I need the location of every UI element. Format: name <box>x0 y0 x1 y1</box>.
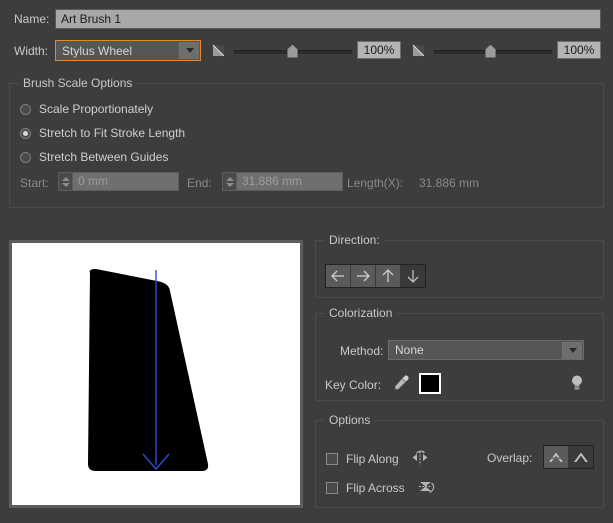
method-label: Method: <box>340 344 384 358</box>
overlap-prevent-button[interactable] <box>544 446 569 468</box>
name-label: Name: <box>14 12 50 26</box>
radio-indicator <box>20 151 31 163</box>
colorization-title: Colorization <box>325 306 397 320</box>
key-color-label: Key Color: <box>325 378 382 392</box>
radio-label: Stretch to Fit Stroke Length <box>39 126 186 140</box>
width-profile-dropdown[interactable]: Stylus Wheel <box>55 40 201 61</box>
flip-across-checkbox[interactable] <box>326 482 338 494</box>
radio-indicator <box>20 127 31 139</box>
brush-preview <box>9 240 303 508</box>
end-stepper[interactable]: 31.886 mm <box>222 172 343 191</box>
direction-right-button[interactable] <box>351 265 376 287</box>
length-value: 31.886 mm <box>419 176 480 190</box>
brush-art-shape <box>88 269 209 471</box>
colorization-group: Colorization Method: None Key Color: <box>315 306 604 401</box>
overlap-allow-button[interactable] <box>569 446 593 468</box>
flip-across-icon <box>418 482 434 494</box>
direction-group: Direction: <box>315 233 604 298</box>
flip-across-label: Flip Across <box>346 481 405 495</box>
direction-up-button[interactable] <box>376 265 401 287</box>
overlap-label: Overlap: <box>487 451 533 465</box>
radio-stretch-to-fit-stroke-length[interactable]: Stretch to Fit Stroke Length <box>20 125 185 141</box>
brush-scale-options-title: Brush Scale Options <box>19 76 137 90</box>
flip-along-icon <box>412 450 428 465</box>
chevron-down-icon[interactable] <box>180 42 199 59</box>
radio-scale-proportionately[interactable]: Scale Proportionately <box>20 101 153 117</box>
radio-stretch-between-guides[interactable]: Stretch Between Guides <box>20 149 168 165</box>
direction-down-button[interactable] <box>401 265 425 287</box>
eyedropper-icon[interactable] <box>392 374 410 392</box>
radio-label: Stretch Between Guides <box>39 150 169 164</box>
length-label: Length(X): <box>347 176 404 190</box>
width-label: Width: <box>14 44 49 58</box>
direction-button-group <box>325 264 426 288</box>
flip-along-label: Flip Along <box>346 452 399 466</box>
start-label: Start: <box>20 176 49 190</box>
start-stepper[interactable]: 0 mm <box>58 172 179 191</box>
brush-scale-options-group: Brush Scale Options Scale Proportionatel… <box>9 76 604 208</box>
radio-label: Scale Proportionately <box>39 102 154 116</box>
width-slider-thumb-2[interactable] <box>485 44 496 58</box>
lightbulb-icon[interactable] <box>570 374 584 392</box>
start-stepper-arrows[interactable] <box>58 172 72 191</box>
radio-indicator <box>20 103 31 115</box>
overlap-prevent-icon <box>549 452 563 462</box>
end-stepper-arrows[interactable] <box>222 172 236 191</box>
options-group: Options Flip Along Flip Across Overlap: <box>315 413 604 508</box>
key-color-swatch[interactable] <box>419 373 441 394</box>
width-profile-value: Stylus Wheel <box>62 43 133 58</box>
arrow-up-icon <box>382 269 394 282</box>
arrow-down-icon <box>407 270 419 283</box>
end-label: End: <box>187 176 212 190</box>
width-slider-value-2[interactable]: 100% <box>557 41 601 59</box>
width-slider-value-1[interactable]: 100% <box>357 41 401 59</box>
flip-along-row: Flip Along <box>326 449 431 469</box>
pressure-ramp-icon-2 <box>412 44 425 57</box>
colorization-method-dropdown[interactable]: None <box>388 340 584 360</box>
arrow-right-icon <box>357 270 370 282</box>
width-slider-thumb-1[interactable] <box>287 44 298 58</box>
flip-across-row: Flip Across <box>326 478 437 498</box>
brush-name-input[interactable] <box>55 9 601 29</box>
width-row: Width: Stylus Wheel 100% 100% <box>0 40 613 64</box>
chevron-down-icon[interactable] <box>563 341 582 359</box>
options-title: Options <box>325 413 375 427</box>
brush-preview-canvas <box>88 269 209 471</box>
direction-title: Direction: <box>325 233 384 247</box>
arrow-left-icon <box>331 270 344 282</box>
pressure-ramp-icon-1 <box>212 44 225 57</box>
start-value[interactable]: 0 mm <box>72 172 179 191</box>
name-row: Name: <box>0 9 613 31</box>
end-value[interactable]: 31.886 mm <box>236 172 343 191</box>
direction-left-button[interactable] <box>326 265 351 287</box>
colorization-method-value: None <box>395 343 424 357</box>
overlap-button-group <box>543 445 594 469</box>
overlap-allow-icon <box>574 452 588 462</box>
flip-along-checkbox[interactable] <box>326 453 338 465</box>
